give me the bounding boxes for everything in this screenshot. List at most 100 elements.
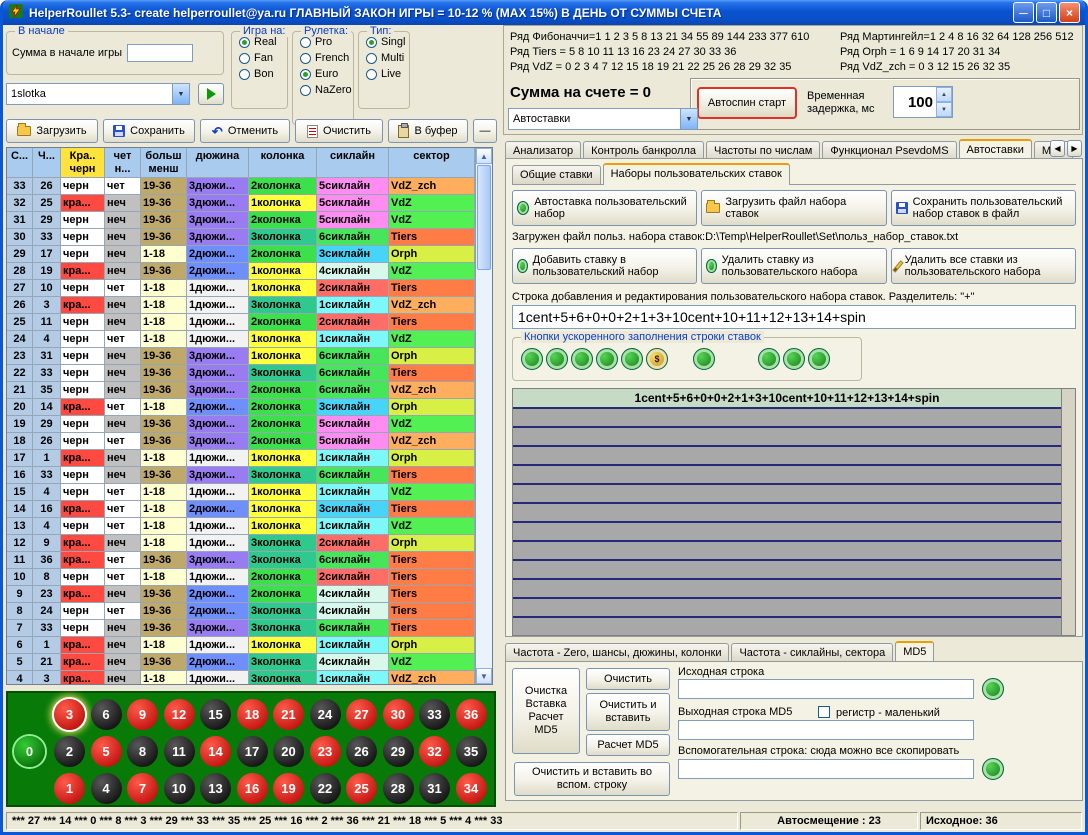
bet-list-row[interactable] — [513, 618, 1061, 636]
autospin-start-button[interactable]: Автоспин старт — [697, 87, 797, 119]
bet-list-row[interactable] — [513, 599, 1061, 618]
roulette-number-8[interactable]: 8 — [127, 736, 158, 767]
radio-option-NaZero[interactable]: NaZero — [300, 84, 346, 96]
roulette-number-31[interactable]: 31 — [419, 773, 450, 804]
roulette-number-28[interactable]: 28 — [383, 773, 414, 804]
tab-scroll-left-icon[interactable]: ◀ — [1050, 140, 1065, 157]
bet-list-row[interactable] — [513, 523, 1061, 542]
radio-option-Live[interactable]: Live — [366, 68, 402, 80]
aux-string-input[interactable] — [678, 759, 974, 779]
roulette-number-29[interactable]: 29 — [383, 736, 414, 767]
radio-option-Real[interactable]: Real — [239, 36, 280, 48]
column-header-дюжина[interactable]: дюжина — [187, 148, 249, 178]
chip-button-8[interactable] — [758, 348, 780, 370]
table-row[interactable]: 3033черннеч19-363дюжи...3колонка6сиклайн… — [7, 229, 475, 246]
table-row[interactable]: 1633черннеч19-363дюжи...3колонка6сиклайн… — [7, 467, 475, 484]
slot-combobox[interactable]: 1slotka ▼ — [6, 83, 190, 105]
radio-option-Bon[interactable]: Bon — [239, 68, 280, 80]
md5-clear-paste-aux-button[interactable]: Очистить и вставить во вспом. строку — [514, 762, 670, 796]
chip-button-1[interactable] — [521, 348, 543, 370]
bet-list-row[interactable] — [513, 428, 1061, 447]
radio-option-Pro[interactable]: Pro — [300, 36, 346, 48]
delay-spinner[interactable]: 100 ▲▼ — [893, 86, 953, 118]
tab-MD5[interactable]: MD5 — [895, 641, 934, 663]
bet-list-row[interactable] — [513, 447, 1061, 466]
bet-list-row[interactable] — [513, 504, 1061, 523]
table-row[interactable]: 1826чернчет19-363дюжи...2колонка5сиклайн… — [7, 433, 475, 450]
roulette-number-7[interactable]: 7 — [127, 773, 158, 804]
table-row[interactable]: 2511черннеч1-181дюжи...2колонка2сиклайнT… — [7, 314, 475, 331]
roulette-number-3[interactable]: 3 — [54, 699, 85, 730]
minus-button[interactable]: — — [473, 119, 497, 143]
table-row[interactable]: 3326чернчет19-363дюжи...2колонка5сиклайн… — [7, 178, 475, 195]
bet-list-row[interactable] — [513, 409, 1061, 428]
roulette-number-14[interactable]: 14 — [200, 736, 231, 767]
table-row[interactable]: 3225кра...неч19-363дюжи...1колонка5сикла… — [7, 195, 475, 212]
radio-option-Multi[interactable]: Multi — [366, 52, 402, 64]
bet-list-row[interactable] — [513, 485, 1061, 504]
add-bet-button[interactable]: Добавить ставку в пользовательский набор — [512, 248, 697, 284]
to-buffer-button[interactable]: В буфер — [388, 119, 468, 143]
table-row[interactable]: 171кра...неч1-181дюжи...1колонка1сиклайн… — [7, 450, 475, 467]
roulette-number-33[interactable]: 33 — [419, 699, 450, 730]
roulette-number-4[interactable]: 4 — [91, 773, 122, 804]
table-row[interactable]: 2917черннеч1-182дюжи...2колонка3сиклайнO… — [7, 246, 475, 263]
roulette-number-1[interactable]: 1 — [54, 773, 85, 804]
roulette-number-32[interactable]: 32 — [419, 736, 450, 767]
bet-list-row[interactable] — [513, 466, 1061, 485]
column-header-Кра..[interactable]: Кра..черн — [61, 148, 105, 178]
roulette-number-30[interactable]: 30 — [383, 699, 414, 730]
bet-list-row[interactable] — [513, 542, 1061, 561]
radio-option-French[interactable]: French — [300, 52, 346, 64]
roulette-number-0[interactable]: 0 — [14, 736, 45, 767]
table-row[interactable]: 2331черннеч19-363дюжи...1колонка6сиклайн… — [7, 348, 475, 365]
roulette-number-2[interactable]: 2 — [54, 736, 85, 767]
load-set-file-button[interactable]: Загрузить файл набора ставок — [701, 190, 886, 226]
roulette-number-27[interactable]: 27 — [346, 699, 377, 730]
roulette-number-24[interactable]: 24 — [310, 699, 341, 730]
chip-button-3[interactable] — [571, 348, 593, 370]
roulette-number-26[interactable]: 26 — [346, 736, 377, 767]
autobet-user-set-button[interactable]: Автоставка пользовательский набор — [512, 190, 697, 226]
tab-scroll-right-icon[interactable]: ▶ — [1067, 140, 1082, 157]
tab-Частота - сиклайны, сектора[interactable]: Частота - сиклайны, сектора — [731, 643, 893, 662]
remove-bet-button[interactable]: Удалить ставку из пользовательского набо… — [701, 248, 886, 284]
column-header-Ч...[interactable]: Ч... — [33, 148, 61, 178]
roulette-number-25[interactable]: 25 — [346, 773, 377, 804]
roulette-number-9[interactable]: 9 — [127, 699, 158, 730]
table-row[interactable]: 2710чернчет1-181дюжи...1колонка2сиклайнT… — [7, 280, 475, 297]
roulette-number-34[interactable]: 34 — [456, 773, 487, 804]
column-header-С...[interactable]: С... — [7, 148, 33, 178]
tab-Общие ставки[interactable]: Общие ставки — [512, 165, 601, 184]
save-set-file-button[interactable]: Сохранить пользовательский набор ставок … — [891, 190, 1076, 226]
chip-button-9[interactable] — [783, 348, 805, 370]
roulette-number-23[interactable]: 23 — [310, 736, 341, 767]
table-row[interactable]: 824чернчет19-362дюжи...3колонка4сиклайнT… — [7, 603, 475, 620]
roulette-number-36[interactable]: 36 — [456, 699, 487, 730]
radio-option-Euro[interactable]: Euro — [300, 68, 346, 80]
roulette-number-15[interactable]: 15 — [200, 699, 231, 730]
roulette-number-16[interactable]: 16 — [237, 773, 268, 804]
minimize-button[interactable]: ─ — [1013, 2, 1034, 23]
load-button[interactable]: Загрузить — [6, 119, 98, 143]
table-row[interactable]: 1929черннеч19-363дюжи...2колонка5сиклайн… — [7, 416, 475, 433]
source-go-chip-button[interactable] — [982, 678, 1004, 700]
column-header-колонка[interactable]: колонка — [249, 148, 317, 178]
tab-Частота - Zero, шансы, дюжины, колонки[interactable]: Частота - Zero, шансы, дюжины, колонки — [505, 643, 729, 662]
lowercase-checkbox[interactable] — [818, 706, 830, 718]
md5-calc-button[interactable]: Расчет MD5 — [586, 734, 670, 756]
roulette-number-18[interactable]: 18 — [237, 699, 268, 730]
bet-list-row[interactable] — [513, 561, 1061, 580]
chip-button-4[interactable] — [596, 348, 618, 370]
bet-string-input[interactable] — [512, 305, 1076, 329]
column-header-сиклайн[interactable]: сиклайн — [317, 148, 389, 178]
chip-button-6[interactable]: $ — [646, 348, 668, 370]
roulette-number-19[interactable]: 19 — [273, 773, 304, 804]
bet-list-scrollbar[interactable] — [1062, 388, 1076, 636]
table-row[interactable]: 1136кра...чет19-363дюжи...3колонка6сикла… — [7, 552, 475, 569]
bet-list-row[interactable] — [513, 580, 1061, 599]
table-row[interactable]: 2014кра...чет1-182дюжи...2колонка3сиклай… — [7, 399, 475, 416]
chip-button-2[interactable] — [546, 348, 568, 370]
table-row[interactable]: 1416кра...чет1-182дюжи...1колонка3сиклай… — [7, 501, 475, 518]
roulette-number-11[interactable]: 11 — [164, 736, 195, 767]
